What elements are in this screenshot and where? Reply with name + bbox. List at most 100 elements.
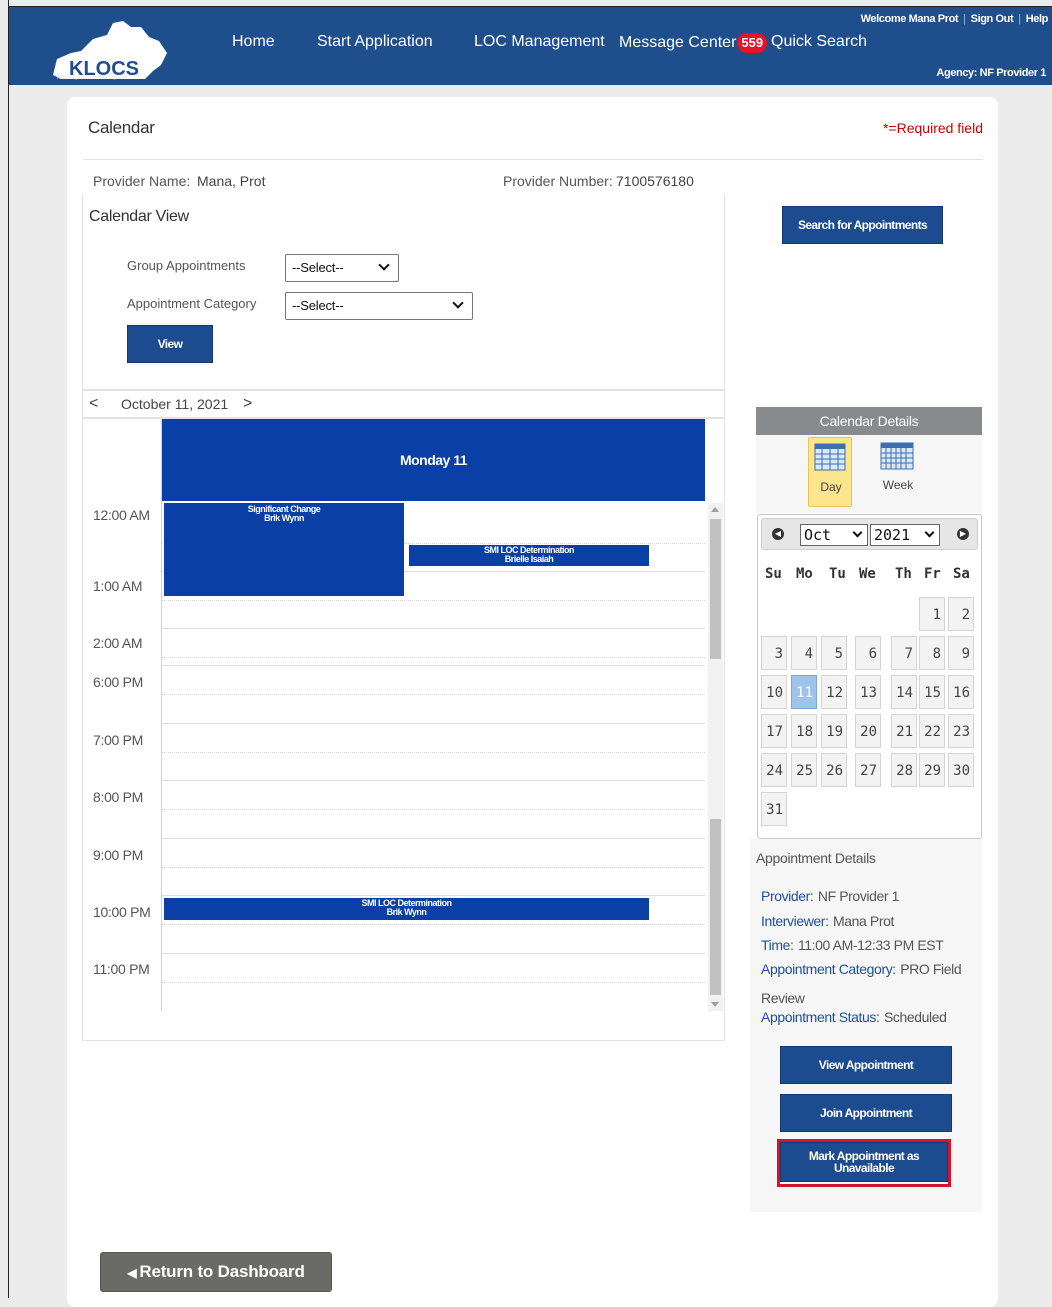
calendar-details-panel: Day Week — [756, 435, 982, 513]
week-view-toggle[interactable]: Week — [876, 437, 920, 507]
appointment-block[interactable]: SMI LOC Determination Brik Wynn — [164, 898, 649, 920]
agency-label: Agency: NF Provider 1 — [936, 67, 1046, 79]
calendar-day-cell[interactable]: 18 — [791, 714, 817, 748]
weekday-header: We — [859, 566, 876, 582]
calendar-day-cell[interactable]: 27 — [855, 753, 881, 787]
detail-category: Appointment Category: PRO Field — [761, 961, 962, 979]
category-label: Appointment Category: — [761, 961, 896, 977]
calendar-scrollbar[interactable] — [708, 503, 723, 1011]
mini-calendar-header: ◀ Oct 2021 ▶ — [761, 518, 978, 550]
calendar-day-cell[interactable]: 19 — [821, 714, 847, 748]
nav-message-center[interactable]: Message Center 559 — [619, 33, 768, 53]
calendar-day-cell[interactable]: 8 — [919, 636, 945, 670]
calendar-view-heading: Calendar View — [89, 208, 189, 225]
calendar-day-cell[interactable]: 25 — [791, 753, 817, 787]
scroll-up-arrow-icon[interactable] — [711, 507, 719, 512]
half-hour-line — [162, 982, 705, 983]
join-appointment-button[interactable]: Join Appointment — [780, 1094, 952, 1132]
calendar-day-cell[interactable]: 28 — [891, 753, 917, 787]
return-to-dashboard-button[interactable]: ◀ Return to Dashboard — [100, 1252, 332, 1292]
help-link[interactable]: Help — [1026, 13, 1049, 25]
day-view-toggle[interactable]: Day — [808, 437, 852, 507]
user-links: Welcome Mana Prot | Sign Out | Help — [860, 13, 1049, 25]
month-value: Oct — [804, 526, 832, 544]
calendar-day-cell[interactable]: 1 — [919, 597, 945, 631]
provider-number-label: Provider Number: — [503, 173, 613, 189]
calendar-day-cell[interactable]: 26 — [821, 753, 847, 787]
calendar-day-cell[interactable]: 30 — [948, 753, 974, 787]
chevron-down-icon — [452, 297, 464, 309]
time-slot-label: 6:00 PM — [93, 674, 144, 690]
calendar-day-cell[interactable]: 22 — [919, 714, 945, 748]
weekday-header: Th — [895, 566, 912, 582]
calendar-day-cell[interactable]: 24 — [761, 753, 787, 787]
calendar-day-cell[interactable]: 3 — [761, 636, 787, 670]
calendar-day-cell[interactable]: 5 — [821, 636, 847, 670]
calendar-day-cell[interactable]: 10 — [761, 675, 787, 709]
scroll-down-arrow-icon[interactable] — [711, 1002, 719, 1007]
nav-home[interactable]: Home — [232, 33, 275, 51]
calendar-card: Calendar *=Required field Provider Name:… — [67, 97, 998, 1307]
year-select[interactable]: 2021 — [870, 524, 940, 546]
search-appointments-button[interactable]: Search for Appointments — [782, 206, 943, 244]
appointment-category-value: --Select-- — [292, 298, 344, 313]
nav-start-application[interactable]: Start Application — [317, 33, 433, 51]
calendar-day-cell[interactable]: 6 — [855, 636, 881, 670]
nav-quick-search[interactable]: Quick Search — [771, 33, 867, 51]
weekday-header: Su — [765, 566, 782, 582]
scrollbar-thumb[interactable] — [710, 819, 721, 995]
view-appointment-button[interactable]: View Appointment — [780, 1046, 952, 1084]
hour-line — [162, 838, 705, 839]
calendar-day-cell[interactable]: 16 — [948, 675, 974, 709]
calendar-day-cell[interactable]: 12 — [821, 675, 847, 709]
hour-line — [162, 628, 705, 629]
calendar-day-cell[interactable]: 17 — [761, 714, 787, 748]
calendar-day-cell[interactable]: 23 — [948, 714, 974, 748]
window-frame-left — [8, 0, 9, 1298]
scrollbar-thumb[interactable] — [710, 519, 721, 659]
appointment-block[interactable]: SMI LOC Determination Brielle Isaiah — [409, 545, 649, 566]
next-day-arrow[interactable]: > — [243, 395, 252, 413]
status-label: Appointment Status: — [761, 1009, 880, 1025]
calendar-day-cell[interactable]: 20 — [855, 714, 881, 748]
klocs-logo[interactable]: KLOCS Kentucky Level of Care System — [47, 13, 187, 83]
interviewer-value: Mana Prot — [833, 913, 895, 929]
calendar-day-cell[interactable]: 31 — [761, 792, 787, 826]
appointment-details-panel: Appointment Details Provider: NF Provide… — [750, 839, 982, 1212]
calendar-day-cell[interactable]: 13 — [855, 675, 881, 709]
month-select[interactable]: Oct — [800, 524, 868, 546]
weekday-header: Tu — [829, 566, 846, 582]
previous-month-icon[interactable]: ◀ — [772, 528, 784, 540]
group-appointments-value: --Select-- — [292, 260, 344, 275]
calendar-day-cell[interactable]: 14 — [891, 675, 917, 709]
detail-status: Appointment Status: Scheduled — [761, 1009, 947, 1027]
appointment-category-label: Appointment Category — [127, 296, 257, 311]
sign-out-link[interactable]: Sign Out — [971, 13, 1014, 25]
calendar-day-cell[interactable]: 29 — [919, 753, 945, 787]
calendar-day-cell[interactable]: 4 — [791, 636, 817, 670]
next-month-icon[interactable]: ▶ — [957, 528, 969, 540]
appointment-block[interactable]: Significant Change Brik Wynn — [164, 503, 404, 596]
year-value: 2021 — [874, 526, 911, 544]
required-field-note: *=Required field — [882, 120, 983, 136]
calendar-day-cell[interactable]: 15 — [919, 675, 945, 709]
calendar-day-cell[interactable]: 11 — [791, 675, 817, 709]
nav-loc-management[interactable]: LOC Management — [474, 33, 605, 51]
calendar-day-cell[interactable]: 21 — [891, 714, 917, 748]
hour-line — [162, 665, 705, 666]
day-view-calendar: 12:00 AM 1:00 AM 2:00 AM 6:00 PM 7:00 PM… — [82, 418, 725, 1041]
calendar-day-cell[interactable]: 2 — [948, 597, 974, 631]
mark-unavailable-button[interactable]: Mark Appointment as Unavailable — [780, 1142, 948, 1182]
logo-subtitle: Kentucky Level of Care System — [57, 75, 127, 81]
group-appointments-select[interactable]: --Select-- — [285, 254, 399, 282]
week-view-label: Week — [882, 478, 914, 492]
view-button[interactable]: View — [127, 325, 213, 363]
top-navigation-bar: KLOCS Kentucky Level of Care System Home… — [9, 7, 1052, 85]
category-value-continued: Review — [761, 990, 805, 1006]
time-slot-label: 12:00 AM — [93, 507, 150, 523]
appointment-category-select[interactable]: --Select-- — [285, 292, 473, 320]
calendar-day-cell[interactable]: 9 — [948, 636, 974, 670]
previous-day-arrow[interactable]: < — [89, 395, 98, 413]
calendar-day-cell[interactable]: 7 — [891, 636, 917, 670]
time-slot-label: 11:00 PM — [93, 961, 150, 977]
